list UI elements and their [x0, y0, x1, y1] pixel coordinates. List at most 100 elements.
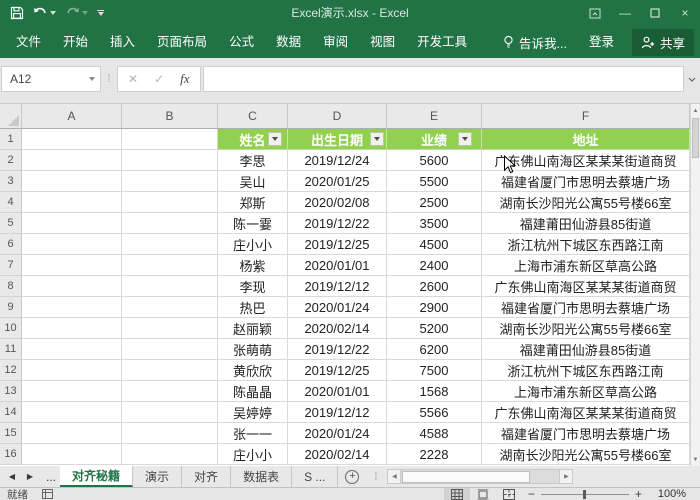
cell-name[interactable]: 庄小小	[218, 444, 288, 465]
cell-birth-date[interactable]: 2019/12/22	[288, 339, 387, 360]
tell-me-box[interactable]: 告诉我...	[495, 26, 575, 58]
normal-view-icon[interactable]	[444, 488, 470, 500]
cell-col-a[interactable]	[22, 339, 122, 360]
sheet-next-icon[interactable]: ▶	[22, 472, 38, 481]
cell-performance[interactable]: 5200	[387, 318, 482, 339]
cell-performance[interactable]: 2400	[387, 255, 482, 276]
cell-birth-date[interactable]: 2020/01/25	[288, 171, 387, 192]
customize-quick-access-icon[interactable]	[97, 10, 104, 16]
sign-in-button[interactable]: 登录	[579, 26, 624, 58]
horizontal-scrollbar-track[interactable]	[401, 469, 559, 484]
cell-performance[interactable]: 6200	[387, 339, 482, 360]
cell-col-b[interactable]	[122, 171, 218, 192]
row-header[interactable]: 14	[0, 402, 22, 423]
cell-name[interactable]: 张萌萌	[218, 339, 288, 360]
cell-name[interactable]: 赵丽颖	[218, 318, 288, 339]
name-box[interactable]: A12	[1, 66, 101, 92]
cell-address[interactable]: 广东佛山南海区某某某街道商贸	[482, 402, 690, 423]
zoom-percentage[interactable]: 100%	[648, 488, 694, 500]
cell-name[interactable]: 庄小小	[218, 234, 288, 255]
horizontal-scrollbar-thumb[interactable]	[402, 471, 530, 483]
macro-record-icon[interactable]	[42, 489, 53, 499]
cell-col-a[interactable]	[22, 360, 122, 381]
sheet-overflow-indicator[interactable]: ...	[42, 466, 60, 487]
cell-address[interactable]: 广东佛山南海区某某某街道商贸	[482, 150, 690, 171]
page-break-view-icon[interactable]	[496, 488, 522, 500]
cell-col-b[interactable]	[122, 444, 218, 465]
cell-birth-date[interactable]: 2020/01/01	[288, 255, 387, 276]
sheet-tab-yanshi[interactable]: 演示	[133, 466, 182, 487]
cell-col-b[interactable]	[122, 339, 218, 360]
tab-page-layout[interactable]: 页面布局	[146, 26, 218, 58]
name-box-dropdown-icon[interactable]	[84, 77, 100, 81]
cell-col-a[interactable]	[22, 192, 122, 213]
cell-performance[interactable]: 5566	[387, 402, 482, 423]
header-cell-name[interactable]: 姓名	[218, 129, 288, 150]
maximize-icon[interactable]	[640, 0, 670, 26]
sheet-tab-duiqi[interactable]: 对齐	[182, 466, 231, 487]
cell-col-b[interactable]	[122, 318, 218, 339]
row-header[interactable]: 1	[0, 129, 22, 150]
row-header[interactable]: 6	[0, 234, 22, 255]
cell-birth-date[interactable]: 2020/02/08	[288, 192, 387, 213]
vertical-scrollbar-thumb[interactable]	[692, 118, 699, 158]
cell-col-b[interactable]	[122, 297, 218, 318]
cell-col-a[interactable]	[22, 381, 122, 402]
cell-address[interactable]: 上海市浦东新区草高公路	[482, 255, 690, 276]
select-all-corner[interactable]	[0, 104, 22, 128]
minimize-icon[interactable]: —	[610, 0, 640, 26]
filter-dropdown-icon[interactable]	[268, 132, 282, 146]
cell-col-b[interactable]	[122, 360, 218, 381]
cell-address[interactable]: 福建莆田仙游县85街道	[482, 213, 690, 234]
row-header[interactable]: 10	[0, 318, 22, 339]
column-header-f[interactable]: F	[482, 104, 690, 128]
cell-name[interactable]: 热巴	[218, 297, 288, 318]
cell-address[interactable]: 湖南长沙阳光公寓55号楼66室	[482, 444, 690, 465]
cell-performance[interactable]: 2600	[387, 276, 482, 297]
row-header[interactable]: 15	[0, 423, 22, 444]
sheet-tab-duiqimiji[interactable]: 对齐秘籍	[60, 466, 133, 487]
expand-formula-bar-icon[interactable]	[684, 77, 700, 82]
share-button[interactable]: 共享	[632, 29, 694, 56]
row-header[interactable]: 3	[0, 171, 22, 192]
scroll-up-icon[interactable]: ▲	[691, 104, 700, 117]
cell-col-b[interactable]	[122, 213, 218, 234]
cell-birth-date[interactable]: 2020/02/14	[288, 318, 387, 339]
cell-col-a[interactable]	[22, 255, 122, 276]
cell-col-a[interactable]	[22, 423, 122, 444]
row-header[interactable]: 9	[0, 297, 22, 318]
sheet-tab-shujubiao[interactable]: 数据表	[231, 466, 292, 487]
cell-address[interactable]: 浙江杭州下城区东西路江南	[482, 360, 690, 381]
cell-a1[interactable]	[22, 129, 122, 150]
page-layout-view-icon[interactable]	[470, 488, 496, 500]
cell-name[interactable]: 杨紫	[218, 255, 288, 276]
cell-name[interactable]: 郑斯	[218, 192, 288, 213]
cell-name[interactable]: 张一一	[218, 423, 288, 444]
cell-col-a[interactable]	[22, 297, 122, 318]
cell-address[interactable]: 福建省厦门市思明去蔡塘广场	[482, 171, 690, 192]
cell-col-a[interactable]	[22, 318, 122, 339]
tab-insert[interactable]: 插入	[99, 26, 146, 58]
column-header-a[interactable]: A	[22, 104, 122, 128]
cell-birth-date[interactable]: 2020/02/14	[288, 444, 387, 465]
cell-col-b[interactable]	[122, 255, 218, 276]
horizontal-scrollbar[interactable]: ◀ ▶	[387, 466, 573, 487]
cell-birth-date[interactable]: 2019/12/12	[288, 276, 387, 297]
cell-address[interactable]: 湖南长沙阳光公寓55号楼66室	[482, 318, 690, 339]
column-header-b[interactable]: B	[122, 104, 218, 128]
cell-col-a[interactable]	[22, 150, 122, 171]
row-header[interactable]: 12	[0, 360, 22, 381]
vertical-scrollbar[interactable]: ▲ ▼	[690, 104, 700, 466]
confirm-entry-icon[interactable]: ✓	[154, 72, 164, 86]
cell-name[interactable]: 黄欣欣	[218, 360, 288, 381]
cell-performance[interactable]: 1568	[387, 381, 482, 402]
row-header[interactable]: 8	[0, 276, 22, 297]
row-header[interactable]: 13	[0, 381, 22, 402]
cell-name[interactable]: 吴山	[218, 171, 288, 192]
sheet-prev-icon[interactable]: ◀	[4, 472, 20, 481]
tab-developer[interactable]: 开发工具	[406, 26, 478, 58]
cell-address[interactable]: 广东佛山南海区某某某街道商贸	[482, 276, 690, 297]
cell-performance[interactable]: 2900	[387, 297, 482, 318]
column-header-c[interactable]: C	[218, 104, 288, 128]
cell-col-a[interactable]	[22, 171, 122, 192]
